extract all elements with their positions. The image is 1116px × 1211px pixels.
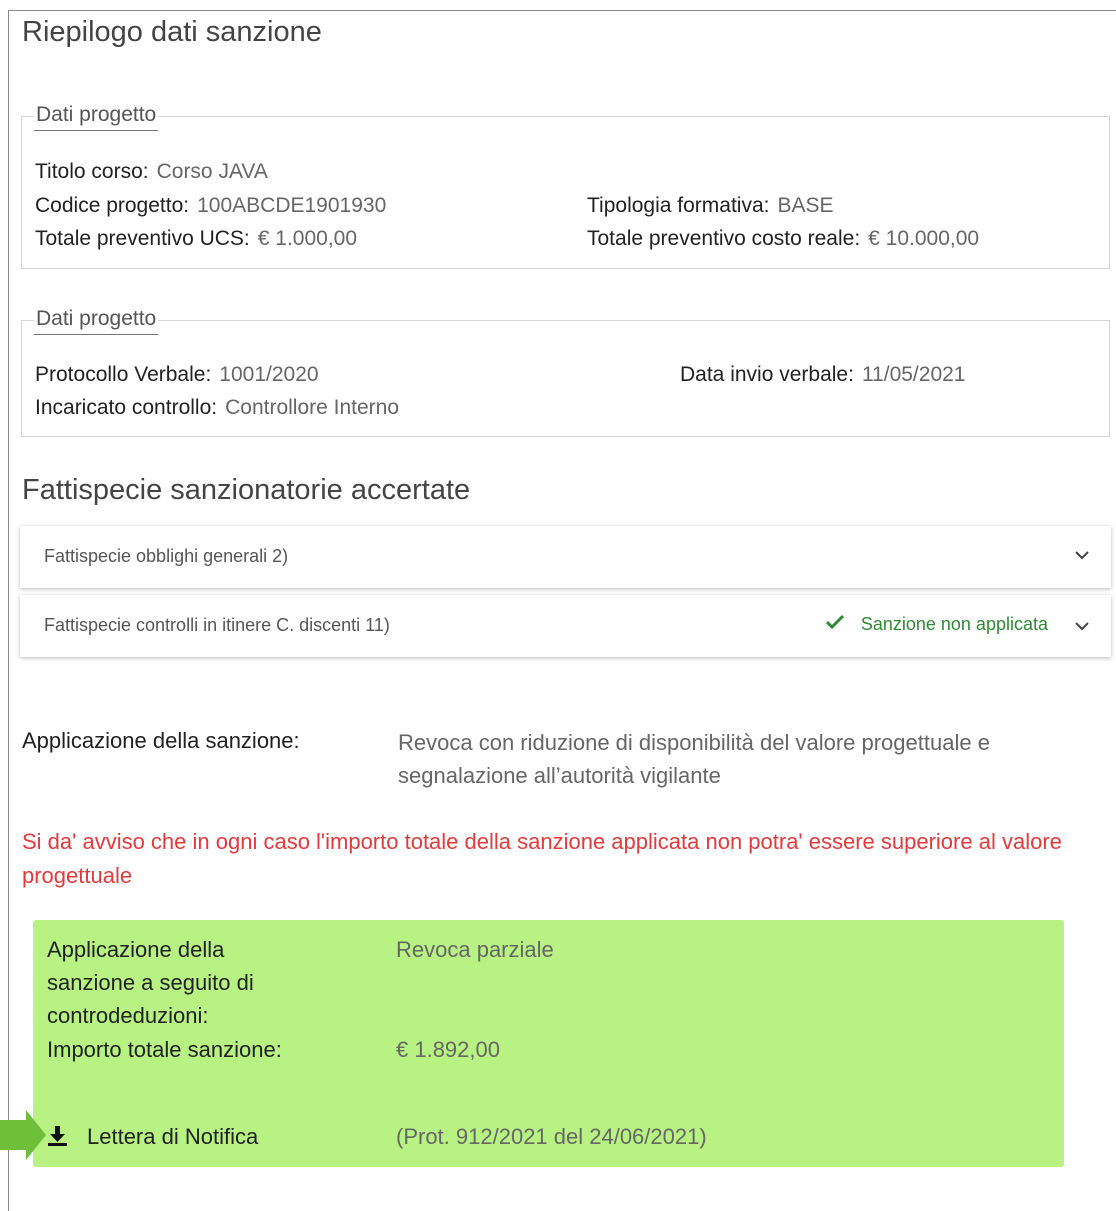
page-title: Riepilogo dati sanzione — [22, 16, 322, 48]
chevron-down-icon[interactable] — [1073, 617, 1091, 641]
titolo-corso-value: Corso JAVA — [156, 160, 268, 183]
titolo-corso-label: Titolo corso: — [35, 160, 149, 183]
controdeduzioni-label-line: Applicazione della — [47, 937, 225, 962]
controdeduzioni-label: Applicazione della sanzione a seguito di… — [47, 933, 254, 1032]
download-icon[interactable] — [46, 1124, 70, 1148]
incaricato-row: Incaricato controllo: Controllore Interno — [35, 396, 399, 420]
fattispecie-title: Fattispecie sanzionatorie accertate — [22, 474, 471, 506]
protocollo-row: Protocollo Verbale: 1001/2020 — [35, 363, 319, 387]
tipologia-value: BASE — [777, 194, 834, 217]
totale-ucs-row: Totale preventivo UCS: € 1.000,00 — [35, 227, 357, 251]
warning-text: Si da' avviso che in ogni caso l'importo… — [22, 829, 1062, 888]
accordion-obblighi-generali[interactable]: Fattispecie obblighi generali 2) — [20, 526, 1111, 588]
data-invio-row: Data invio verbale: 11/05/2021 — [680, 363, 965, 387]
arrow-right-icon — [0, 1110, 46, 1160]
project-data-legend: Dati progetto — [34, 102, 159, 131]
totale-reale-value: € 10.000,00 — [868, 227, 980, 250]
titolo-corso-row: Titolo corso: Corso JAVA — [35, 160, 268, 184]
totale-ucs-value: € 1.000,00 — [257, 227, 358, 250]
applicazione-value: Revoca con riduzione di disponibilità de… — [398, 730, 990, 788]
chevron-down-icon[interactable] — [1073, 546, 1091, 570]
accordion-label: Fattispecie controlli in itinere C. disc… — [44, 615, 390, 635]
applicazione-label: Applicazione della sanzione: — [22, 728, 300, 753]
verbale-data-legend: Dati progetto — [34, 306, 159, 335]
accordion-label: Fattispecie obblighi generali 2) — [44, 546, 289, 566]
incaricato-label: Incaricato controllo: — [35, 396, 218, 419]
tipologia-row: Tipologia formativa: BASE — [587, 194, 834, 218]
status-badge: Sanzione non applicata — [825, 613, 1048, 636]
totale-ucs-label: Totale preventivo UCS: — [35, 227, 250, 250]
accordion-controlli-itinere[interactable]: Fattispecie controlli in itinere C. disc… — [20, 595, 1111, 657]
tipologia-label: Tipologia formativa: — [587, 194, 770, 217]
codice-progetto-label: Codice progetto: — [35, 194, 190, 217]
importo-value: € 1.892,00 — [396, 1037, 500, 1062]
importo-label: Importo totale sanzione: — [47, 1037, 282, 1062]
protocollo-value: 1001/2020 — [219, 363, 319, 386]
protocollo-label: Protocollo Verbale: — [35, 363, 212, 386]
totale-reale-label: Totale preventivo costo reale: — [587, 227, 861, 250]
data-invio-label: Data invio verbale: — [680, 363, 854, 386]
codice-progetto-row: Codice progetto: 100ABCDE1901930 — [35, 194, 386, 218]
data-invio-value: 11/05/2021 — [861, 363, 966, 386]
controdeduzioni-label-line: sanzione a seguito di — [47, 970, 254, 995]
check-icon — [825, 613, 851, 635]
lettera-notifica-link[interactable]: Lettera di Notifica — [87, 1120, 258, 1153]
controdeduzioni-value: Revoca parziale — [396, 937, 554, 962]
controdeduzioni-label-line: controdeduzioni: — [47, 1003, 209, 1028]
codice-progetto-value: 100ABCDE1901930 — [197, 194, 387, 217]
incaricato-value: Controllore Interno — [225, 396, 400, 419]
status-text: Sanzione non applicata — [860, 614, 1048, 634]
totale-reale-row: Totale preventivo costo reale: € 10.000,0… — [587, 227, 979, 251]
lettera-protocollo: (Prot. 912/2021 del 24/06/2021) — [396, 1124, 707, 1149]
